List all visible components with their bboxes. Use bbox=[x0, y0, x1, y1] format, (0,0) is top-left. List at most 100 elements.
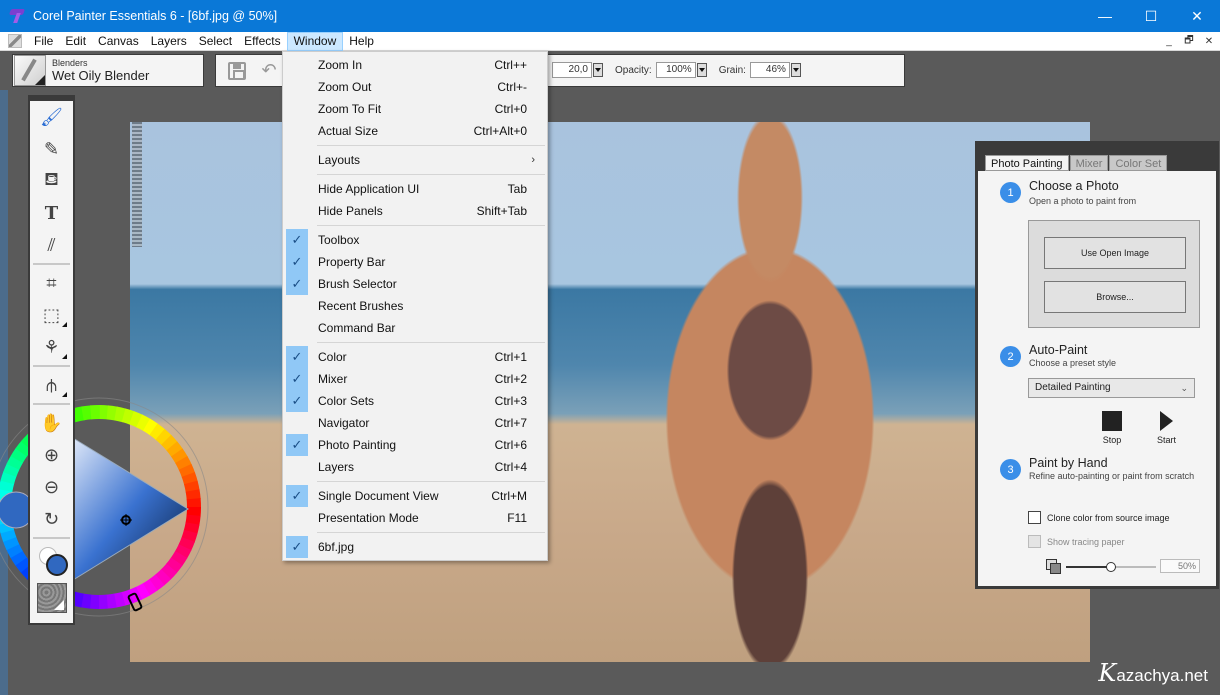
menu-item-zoom-to-fit[interactable]: Zoom To Fit Ctrl+0 bbox=[283, 98, 547, 120]
size-input[interactable]: 20,0 bbox=[552, 62, 592, 78]
menu-item-navigator[interactable]: Navigator Ctrl+7 bbox=[283, 412, 547, 434]
tab-photo-painting[interactable]: Photo Painting bbox=[985, 155, 1069, 171]
menu-layers[interactable]: Layers bbox=[145, 32, 193, 51]
menu-item-toolbox[interactable]: ✓ Toolbox bbox=[283, 229, 547, 251]
menu-select[interactable]: Select bbox=[193, 32, 238, 51]
menu-item-mixer[interactable]: ✓ Mixer Ctrl+2 bbox=[283, 368, 547, 390]
paint-bucket-tool[interactable]: ⛾ bbox=[30, 165, 73, 197]
checkmark-icon bbox=[286, 178, 308, 200]
document-canvas[interactable] bbox=[130, 122, 1090, 662]
brush-category: Blenders bbox=[52, 58, 88, 68]
stop-button[interactable]: Stop bbox=[1102, 411, 1122, 445]
menu-window[interactable]: Window bbox=[286, 31, 344, 51]
menu-item-recent-brushes[interactable]: Recent Brushes bbox=[283, 295, 547, 317]
zoom-in-tool[interactable]: ⊕ bbox=[30, 439, 73, 471]
grain-dropdown-button[interactable] bbox=[790, 63, 801, 77]
minimize-button[interactable]: — bbox=[1082, 0, 1128, 32]
hue-ring-segment[interactable] bbox=[98, 594, 108, 609]
checkmark-icon: ✓ bbox=[286, 536, 308, 558]
clone-stamp-tool[interactable]: ⚘ bbox=[30, 331, 73, 363]
rectangular-selection-tool[interactable]: ⬚ bbox=[30, 299, 73, 331]
grain-field: Grain: 46% bbox=[719, 62, 801, 78]
paper-texture-selector[interactable] bbox=[36, 583, 67, 613]
main-color-swatch[interactable] bbox=[46, 554, 68, 576]
menu-item-zoom-out[interactable]: Zoom Out Ctrl+- bbox=[283, 76, 547, 98]
hue-ring-segment[interactable] bbox=[90, 405, 100, 420]
menu-item-shortcut: F11 bbox=[507, 511, 527, 525]
tab-color-set[interactable]: Color Set bbox=[1109, 155, 1168, 171]
slider-handle[interactable] bbox=[1106, 562, 1116, 572]
hue-ring-segment[interactable] bbox=[186, 498, 201, 508]
clone-color-checkbox-row[interactable]: Clone color from source image bbox=[1028, 511, 1170, 524]
menu-item-layers[interactable]: Layers Ctrl+4 bbox=[283, 456, 547, 478]
close-button[interactable]: ✕ bbox=[1174, 0, 1220, 32]
maximize-button[interactable]: ☐ bbox=[1128, 0, 1174, 32]
menu-canvas[interactable]: Canvas bbox=[92, 32, 145, 51]
menu-item-hide-application-ui[interactable]: Hide Application UI Tab bbox=[283, 178, 547, 200]
text-tool[interactable]: T bbox=[30, 197, 73, 229]
clone-color-checkbox[interactable] bbox=[1028, 511, 1041, 524]
checkmark-icon bbox=[286, 200, 308, 222]
checkmark-icon bbox=[286, 412, 308, 434]
color-swatches[interactable] bbox=[30, 541, 73, 581]
menu-effects[interactable]: Effects bbox=[238, 32, 286, 51]
menu-item-color[interactable]: ✓ Color Ctrl+1 bbox=[283, 346, 547, 368]
tracing-paper-label: Show tracing paper bbox=[1047, 536, 1125, 547]
opacity-field: Opacity: 100% bbox=[615, 62, 707, 78]
menu-item-label: Recent Brushes bbox=[318, 299, 404, 313]
document-restore-button[interactable]: 🗗 bbox=[1180, 33, 1198, 49]
crop-tool[interactable]: ⌗ bbox=[30, 267, 73, 299]
rotate-page-tool[interactable]: ↻ bbox=[30, 503, 73, 535]
document-close-button[interactable]: ✕ bbox=[1200, 33, 1218, 49]
symmetry-tool[interactable]: ⫛ bbox=[30, 369, 73, 401]
size-dropdown-button[interactable] bbox=[593, 63, 603, 77]
dropper-icon: ✎ bbox=[43, 138, 60, 159]
menu-item-brush-selector[interactable]: ✓ Brush Selector bbox=[283, 273, 547, 295]
menu-item-single-document-view[interactable]: ✓ Single Document View Ctrl+M bbox=[283, 485, 547, 507]
blender-tool[interactable]: ⫽ bbox=[30, 229, 73, 261]
menu-item-layouts[interactable]: Layouts › bbox=[283, 149, 547, 171]
opacity-dropdown-button[interactable] bbox=[696, 63, 707, 77]
start-label: Start bbox=[1157, 435, 1177, 445]
preset-style-select[interactable]: Detailed Painting ⌄ bbox=[1028, 378, 1195, 398]
tracing-opacity-input[interactable]: 50% bbox=[1160, 559, 1200, 573]
checkmark-icon bbox=[286, 507, 308, 529]
brush-selector[interactable]: Blenders Wet Oily Blender bbox=[12, 54, 204, 87]
menu-item-property-bar[interactable]: ✓ Property Bar bbox=[283, 251, 547, 273]
menu-item-color-sets[interactable]: ✓ Color Sets Ctrl+3 bbox=[283, 390, 547, 412]
menu-item-hide-panels[interactable]: Hide Panels Shift+Tab bbox=[283, 200, 547, 222]
brush-tool[interactable]: 🖌 bbox=[30, 101, 73, 133]
menu-item-label: Actual Size bbox=[318, 124, 379, 138]
menu-item-label: Zoom Out bbox=[318, 80, 372, 94]
menu-item-actual-size[interactable]: Actual Size Ctrl+Alt+0 bbox=[283, 120, 547, 142]
tracing-paper-checkbox-row[interactable]: Show tracing paper bbox=[1028, 535, 1125, 548]
menu-edit[interactable]: Edit bbox=[59, 32, 92, 51]
use-open-image-button[interactable]: Use Open Image bbox=[1044, 237, 1186, 269]
menu-separator bbox=[317, 225, 545, 226]
brush-thumbnail-icon[interactable] bbox=[14, 55, 46, 86]
menu-item-command-bar[interactable]: Command Bar bbox=[283, 317, 547, 339]
zoom-out-tool[interactable]: ⊖ bbox=[30, 471, 73, 503]
document-minimize-button[interactable]: _ bbox=[1160, 33, 1178, 49]
menu-item-zoom-in[interactable]: Zoom In Ctrl++ bbox=[283, 54, 547, 76]
menu-file[interactable]: File bbox=[28, 32, 59, 51]
start-button[interactable]: Start bbox=[1157, 411, 1176, 445]
dropper-tool[interactable]: ✎ bbox=[30, 133, 73, 165]
grabber-tool[interactable]: ✋ bbox=[30, 407, 73, 439]
menu-item-label: Layouts bbox=[318, 153, 361, 167]
save-button[interactable] bbox=[226, 60, 248, 82]
menu-help[interactable]: Help bbox=[343, 32, 380, 51]
tab-mixer[interactable]: Mixer bbox=[1069, 155, 1109, 171]
undo-button[interactable]: ↶ bbox=[258, 60, 280, 82]
browse-button[interactable]: Browse... bbox=[1044, 281, 1186, 313]
document-icon[interactable] bbox=[8, 34, 22, 48]
opacity-input[interactable]: 100% bbox=[655, 62, 696, 78]
tracing-opacity-slider[interactable] bbox=[1066, 562, 1156, 572]
menu-item-6bf-jpg[interactable]: ✓ 6bf.jpg bbox=[283, 536, 547, 558]
menu-item-photo-painting[interactable]: ✓ Photo Painting Ctrl+6 bbox=[283, 434, 547, 456]
hand-icon: ✋ bbox=[40, 412, 63, 433]
menu-item-presentation-mode[interactable]: Presentation Mode F11 bbox=[283, 507, 547, 529]
tracing-paper-checkbox[interactable] bbox=[1028, 535, 1041, 548]
grain-input[interactable]: 46% bbox=[749, 62, 790, 78]
menu-item-label: Brush Selector bbox=[318, 277, 397, 291]
